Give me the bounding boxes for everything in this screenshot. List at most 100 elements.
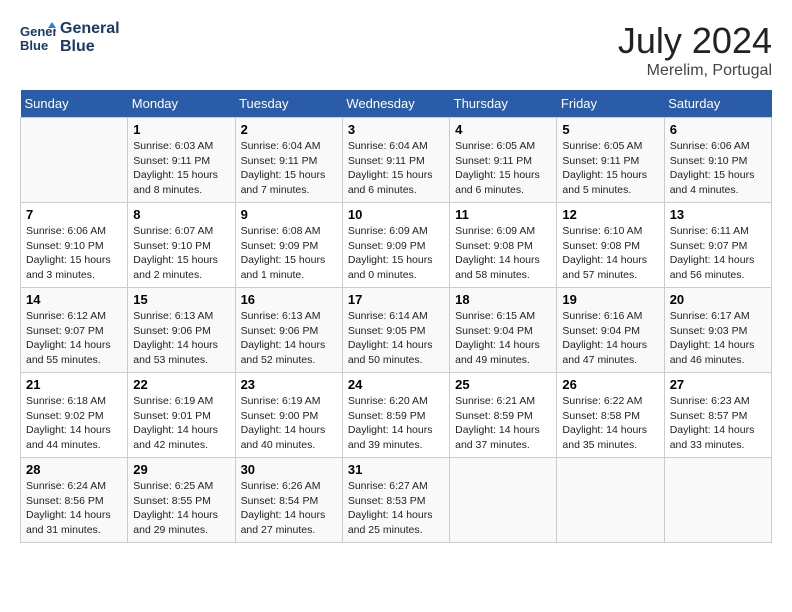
day-number: 29 (133, 462, 229, 477)
cell-info: Sunrise: 6:09 AM Sunset: 9:08 PM Dayligh… (455, 224, 551, 283)
calendar-cell: 8Sunrise: 6:07 AM Sunset: 9:10 PM Daylig… (128, 203, 235, 288)
calendar-cell: 16 Sunrise: 6:13 AM Sunset: 9:06 PM Dayli… (235, 288, 342, 373)
column-header-sunday: Sunday (21, 90, 128, 118)
cell-info: Sunrise: 6:23 AM Sunset: 8:57 PM Dayligh… (670, 394, 766, 453)
calendar-cell: 6 Sunrise: 6:06 AM Sunset: 9:10 PM Daylig… (664, 118, 771, 203)
day-number: 26 (562, 377, 658, 392)
calendar-cell: 29 Sunrise: 6:25 AM Sunset: 8:55 PM Dayli… (128, 458, 235, 543)
calendar-week-row: 1 Sunrise: 6:03 AM Sunset: 9:11 PM Daylig… (21, 118, 772, 203)
title-block: July 2024 Merelim, Portugal (618, 20, 772, 80)
cell-info: Sunrise: 6:04 AM Sunset: 9:11 PM Dayligh… (348, 139, 444, 198)
cell-info: Sunrise: 6:12 AM Sunset: 9:07 PM Dayligh… (26, 309, 122, 368)
calendar-cell (664, 458, 771, 543)
column-header-friday: Friday (557, 90, 664, 118)
day-number: 12 (562, 207, 658, 222)
column-header-saturday: Saturday (664, 90, 771, 118)
cell-info: Sunrise: 6:10 AM Sunset: 9:08 PM Dayligh… (562, 224, 658, 283)
cell-info: Sunrise: 6:04 AM Sunset: 9:11 PM Dayligh… (241, 139, 337, 198)
day-number: 3 (348, 122, 444, 137)
day-number: 11 (455, 207, 551, 222)
logo: General Blue General Blue (20, 20, 120, 56)
column-header-wednesday: Wednesday (342, 90, 449, 118)
cell-info: Sunrise: 6:09 AM Sunset: 9:09 PM Dayligh… (348, 224, 444, 283)
day-number: 13 (670, 207, 766, 222)
calendar-cell: 2Sunrise: 6:04 AM Sunset: 9:11 PM Daylig… (235, 118, 342, 203)
calendar-cell: 10Sunrise: 6:09 AM Sunset: 9:09 PM Dayli… (342, 203, 449, 288)
calendar-cell: 4 Sunrise: 6:05 AM Sunset: 9:11 PM Daylig… (450, 118, 557, 203)
day-number: 17 (348, 292, 444, 307)
day-number: 9 (241, 207, 337, 222)
day-number: 22 (133, 377, 229, 392)
calendar-cell: 5 Sunrise: 6:05 AM Sunset: 9:11 PM Daylig… (557, 118, 664, 203)
day-number: 16 (241, 292, 337, 307)
cell-info: Sunrise: 6:20 AM Sunset: 8:59 PM Dayligh… (348, 394, 444, 453)
calendar-cell: 17 Sunrise: 6:14 AM Sunset: 9:05 PM Dayli… (342, 288, 449, 373)
calendar-cell: 26 Sunrise: 6:22 AM Sunset: 8:58 PM Dayli… (557, 373, 664, 458)
cell-info: Sunrise: 6:05 AM Sunset: 9:11 PM Dayligh… (455, 139, 551, 198)
calendar-week-row: 7Sunrise: 6:06 AM Sunset: 9:10 PM Daylig… (21, 203, 772, 288)
calendar-week-row: 21Sunrise: 6:18 AM Sunset: 9:02 PM Dayli… (21, 373, 772, 458)
calendar-cell: 1 Sunrise: 6:03 AM Sunset: 9:11 PM Daylig… (128, 118, 235, 203)
cell-info: Sunrise: 6:21 AM Sunset: 8:59 PM Dayligh… (455, 394, 551, 453)
calendar-cell: 27 Sunrise: 6:23 AM Sunset: 8:57 PM Dayli… (664, 373, 771, 458)
day-number: 27 (670, 377, 766, 392)
calendar-cell: 9 Sunrise: 6:08 AM Sunset: 9:09 PM Daylig… (235, 203, 342, 288)
calendar-header-row: SundayMondayTuesdayWednesdayThursdayFrid… (21, 90, 772, 118)
calendar-cell: 14 Sunrise: 6:12 AM Sunset: 9:07 PM Dayli… (21, 288, 128, 373)
day-number: 5 (562, 122, 658, 137)
calendar-cell: 13Sunrise: 6:11 AM Sunset: 9:07 PM Dayli… (664, 203, 771, 288)
calendar-cell: 18 Sunrise: 6:15 AM Sunset: 9:04 PM Dayli… (450, 288, 557, 373)
day-number: 1 (133, 122, 229, 137)
cell-info: Sunrise: 6:24 AM Sunset: 8:56 PM Dayligh… (26, 479, 122, 538)
calendar-week-row: 14 Sunrise: 6:12 AM Sunset: 9:07 PM Dayli… (21, 288, 772, 373)
cell-info: Sunrise: 6:19 AM Sunset: 9:00 PM Dayligh… (241, 394, 337, 453)
day-number: 24 (348, 377, 444, 392)
location-subtitle: Merelim, Portugal (618, 62, 772, 80)
calendar-cell: 20Sunrise: 6:17 AM Sunset: 9:03 PM Dayli… (664, 288, 771, 373)
cell-info: Sunrise: 6:13 AM Sunset: 9:06 PM Dayligh… (241, 309, 337, 368)
calendar-cell (450, 458, 557, 543)
day-number: 23 (241, 377, 337, 392)
calendar-cell: 25 Sunrise: 6:21 AM Sunset: 8:59 PM Dayli… (450, 373, 557, 458)
cell-info: Sunrise: 6:13 AM Sunset: 9:06 PM Dayligh… (133, 309, 229, 368)
cell-info: Sunrise: 6:06 AM Sunset: 9:10 PM Dayligh… (670, 139, 766, 198)
day-number: 28 (26, 462, 122, 477)
calendar-table: SundayMondayTuesdayWednesdayThursdayFrid… (20, 90, 772, 543)
cell-info: Sunrise: 6:07 AM Sunset: 9:10 PM Dayligh… (133, 224, 229, 283)
cell-info: Sunrise: 6:05 AM Sunset: 9:11 PM Dayligh… (562, 139, 658, 198)
day-number: 25 (455, 377, 551, 392)
calendar-cell: 23 Sunrise: 6:19 AM Sunset: 9:00 PM Dayli… (235, 373, 342, 458)
cell-info: Sunrise: 6:25 AM Sunset: 8:55 PM Dayligh… (133, 479, 229, 538)
calendar-cell: 3 Sunrise: 6:04 AM Sunset: 9:11 PM Daylig… (342, 118, 449, 203)
calendar-cell: 15 Sunrise: 6:13 AM Sunset: 9:06 PM Dayli… (128, 288, 235, 373)
calendar-cell: 24 Sunrise: 6:20 AM Sunset: 8:59 PM Dayli… (342, 373, 449, 458)
day-number: 6 (670, 122, 766, 137)
calendar-cell (557, 458, 664, 543)
cell-info: Sunrise: 6:19 AM Sunset: 9:01 PM Dayligh… (133, 394, 229, 453)
cell-info: Sunrise: 6:22 AM Sunset: 8:58 PM Dayligh… (562, 394, 658, 453)
day-number: 14 (26, 292, 122, 307)
cell-info: Sunrise: 6:14 AM Sunset: 9:05 PM Dayligh… (348, 309, 444, 368)
calendar-cell: 11 Sunrise: 6:09 AM Sunset: 9:08 PM Dayli… (450, 203, 557, 288)
cell-info: Sunrise: 6:06 AM Sunset: 9:10 PM Dayligh… (26, 224, 122, 283)
day-number: 15 (133, 292, 229, 307)
day-number: 18 (455, 292, 551, 307)
cell-info: Sunrise: 6:26 AM Sunset: 8:54 PM Dayligh… (241, 479, 337, 538)
calendar-cell: 12 Sunrise: 6:10 AM Sunset: 9:08 PM Dayli… (557, 203, 664, 288)
column-header-tuesday: Tuesday (235, 90, 342, 118)
day-number: 30 (241, 462, 337, 477)
page-header: General Blue General Blue July 2024 Mere… (20, 20, 772, 80)
cell-info: Sunrise: 6:15 AM Sunset: 9:04 PM Dayligh… (455, 309, 551, 368)
calendar-cell: 22 Sunrise: 6:19 AM Sunset: 9:01 PM Dayli… (128, 373, 235, 458)
day-number: 4 (455, 122, 551, 137)
cell-info: Sunrise: 6:27 AM Sunset: 8:53 PM Dayligh… (348, 479, 444, 538)
cell-info: Sunrise: 6:08 AM Sunset: 9:09 PM Dayligh… (241, 224, 337, 283)
cell-info: Sunrise: 6:18 AM Sunset: 9:02 PM Dayligh… (26, 394, 122, 453)
calendar-cell: 31Sunrise: 6:27 AM Sunset: 8:53 PM Dayli… (342, 458, 449, 543)
day-number: 20 (670, 292, 766, 307)
cell-info: Sunrise: 6:03 AM Sunset: 9:11 PM Dayligh… (133, 139, 229, 198)
logo-blue: Blue (60, 38, 120, 56)
logo-general: General (60, 20, 120, 38)
calendar-cell: 30 Sunrise: 6:26 AM Sunset: 8:54 PM Dayli… (235, 458, 342, 543)
calendar-cell: 7Sunrise: 6:06 AM Sunset: 9:10 PM Daylig… (21, 203, 128, 288)
